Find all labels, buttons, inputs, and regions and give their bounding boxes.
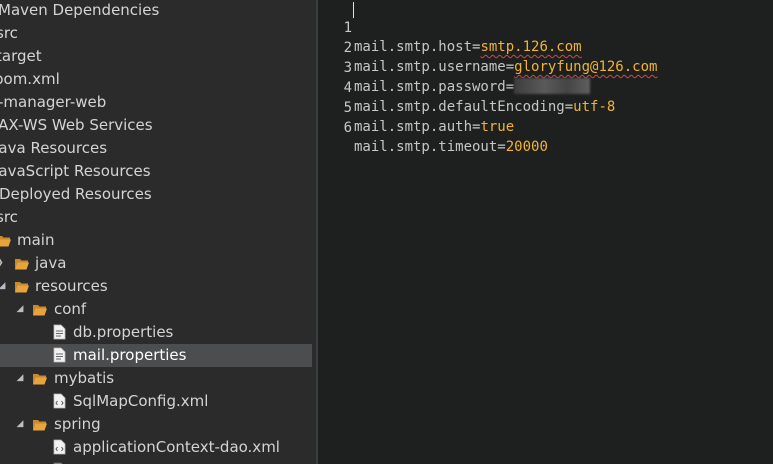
tree-item-label: mybatis bbox=[54, 369, 115, 387]
property-value: smtp.126.com bbox=[480, 39, 582, 55]
tree-item-label: -manager-web bbox=[0, 93, 107, 111]
property-key: mail.smtp.auth bbox=[354, 119, 473, 135]
tree-item-src[interactable]: src bbox=[0, 22, 312, 45]
code-line[interactable]: 2 mail.smtp.username=gloryfung@126.com bbox=[318, 20, 658, 75]
xml-file-icon bbox=[53, 439, 66, 455]
tree-item-db-properties[interactable]: db.properties bbox=[0, 321, 312, 344]
property-key: mail.smtp.defaultEncoding bbox=[354, 99, 565, 115]
tree-item-javascript-resources[interactable]: JavaScript Resources bbox=[0, 160, 312, 183]
equals-sign: = bbox=[505, 59, 515, 75]
chevron-right-icon[interactable]: ❯ bbox=[0, 252, 5, 274]
equals-sign: = bbox=[505, 79, 515, 95]
property-value: true bbox=[480, 119, 515, 135]
xml-file-icon bbox=[53, 393, 66, 409]
tree-item-label: mail.properties bbox=[73, 346, 187, 364]
tree-item-partial bbox=[0, 459, 312, 464]
tree-item-main[interactable]: main bbox=[0, 229, 312, 252]
property-key: mail.smtp.timeout bbox=[354, 139, 498, 155]
tree-item-conf[interactable]: ◢ conf bbox=[0, 298, 312, 321]
code-text: mail.smtp.password= bbox=[354, 78, 591, 97]
tree-item-spring[interactable]: ◢ spring bbox=[0, 413, 312, 436]
tree-item-java-resources[interactable]: Java Resources bbox=[0, 137, 312, 160]
property-value: utf-8 bbox=[573, 99, 616, 115]
folder-open-icon bbox=[33, 420, 47, 431]
tree-item-resources[interactable]: ◢ resources bbox=[0, 275, 312, 298]
tree-item-label: spring bbox=[54, 415, 101, 433]
folder-open-icon bbox=[15, 282, 29, 293]
property-value: 20000 bbox=[505, 139, 548, 155]
tree-item-label: JavaScript Resources bbox=[0, 162, 151, 180]
chevron-down-icon[interactable]: ◢ bbox=[15, 298, 25, 320]
tree-item-label: conf bbox=[54, 300, 87, 318]
tree-item-manager-web[interactable]: -manager-web bbox=[0, 91, 312, 114]
tree-item-label: Deployed Resources bbox=[0, 185, 152, 203]
tree-item-label: Java Resources bbox=[0, 139, 108, 157]
tree-item-java[interactable]: ❯ java bbox=[0, 252, 312, 275]
property-value: gloryfung@126.com bbox=[514, 59, 658, 75]
tree-item-applicationcontext-dao-xml[interactable]: applicationContext-dao.xml bbox=[0, 436, 312, 459]
folder-open-icon bbox=[33, 374, 47, 385]
property-key: mail.smtp.host bbox=[354, 39, 473, 55]
folder-open-icon bbox=[33, 305, 47, 316]
tree-item-label: main bbox=[17, 231, 55, 249]
tree-item-mail-properties[interactable]: mail.properties bbox=[0, 344, 312, 367]
ide-window: Maven Dependencies src target pom.xml -m… bbox=[0, 0, 773, 464]
properties-editor[interactable]: 1 mail.smtp.host=smtp.126.com 2 mail.smt… bbox=[318, 0, 773, 464]
code-text: mail.smtp.username=gloryfung@126.com bbox=[354, 58, 657, 77]
tree-item-mybatis[interactable]: ◢ mybatis bbox=[0, 367, 312, 390]
equals-sign: = bbox=[564, 99, 574, 115]
line-number: 6 bbox=[343, 120, 352, 136]
properties-file-icon bbox=[53, 347, 66, 363]
code-line[interactable]: 6 mail.smtp.timeout=20000 bbox=[318, 100, 548, 155]
chevron-down-icon[interactable]: ◢ bbox=[15, 367, 25, 389]
tree-item-label: pom.xml bbox=[0, 70, 60, 88]
tree-item-label: src bbox=[0, 208, 18, 226]
tree-item-label: JAX-WS Web Services bbox=[0, 116, 153, 134]
tree-item-deployed-resources[interactable]: Deployed Resources bbox=[0, 183, 312, 206]
tree-item-sqlmapconfig-xml[interactable]: SqlMapConfig.xml bbox=[0, 390, 312, 413]
code-text: mail.smtp.auth=true bbox=[354, 118, 514, 137]
tree-item-pom-xml[interactable]: pom.xml bbox=[0, 68, 312, 91]
tree-item-label: resources bbox=[35, 277, 108, 295]
tree-item-label: SqlMapConfig.xml bbox=[73, 392, 209, 410]
property-key: mail.smtp.password bbox=[354, 79, 506, 95]
code-line[interactable]: 3 mail.smtp.password= bbox=[318, 40, 591, 95]
redacted-password bbox=[514, 78, 591, 94]
property-key: mail.smtp.username bbox=[354, 59, 506, 75]
code-line[interactable]: 5 mail.smtp.auth=true bbox=[318, 80, 515, 135]
equals-sign: = bbox=[497, 139, 506, 155]
text-caret bbox=[353, 2, 354, 18]
tree-item-src-web[interactable]: src bbox=[0, 206, 312, 229]
tree-item-label: applicationContext-dao.xml bbox=[73, 438, 280, 456]
tree-item-label: Maven Dependencies bbox=[0, 1, 160, 19]
tree-item-label: target bbox=[0, 47, 42, 65]
code-text: mail.smtp.defaultEncoding=utf-8 bbox=[354, 98, 615, 117]
properties-file-icon bbox=[53, 324, 66, 340]
tree-item-maven-dependencies[interactable]: Maven Dependencies bbox=[0, 0, 312, 22]
code-line[interactable]: 4 mail.smtp.defaultEncoding=utf-8 bbox=[318, 60, 616, 115]
code-line[interactable]: 1 mail.smtp.host=smtp.126.com bbox=[318, 0, 582, 55]
chevron-down-icon[interactable]: ◢ bbox=[0, 275, 7, 297]
tree-item-label: src bbox=[0, 24, 18, 42]
code-text: mail.smtp.host=smtp.126.com bbox=[354, 38, 582, 57]
code-text: mail.smtp.timeout=20000 bbox=[354, 138, 548, 157]
chevron-down-icon[interactable]: ◢ bbox=[15, 413, 25, 435]
project-explorer: Maven Dependencies src target pom.xml -m… bbox=[0, 0, 316, 464]
tree-item-target[interactable]: target bbox=[0, 45, 312, 68]
tree-item-label: java bbox=[35, 254, 67, 272]
tree-item-label: db.properties bbox=[73, 323, 174, 341]
folder-open-icon bbox=[15, 259, 29, 270]
tree-item-jax-ws[interactable]: JAX-WS Web Services bbox=[0, 114, 312, 137]
folder-open-icon bbox=[0, 236, 11, 247]
